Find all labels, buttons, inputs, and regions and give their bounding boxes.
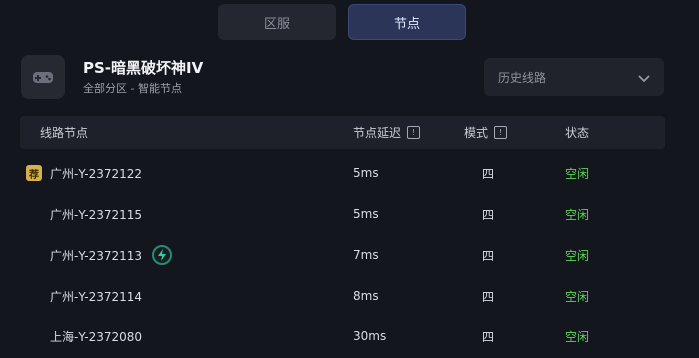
node-latency: 7ms bbox=[353, 248, 379, 262]
table-row[interactable]: 广州-Y-2372114 8ms 四 空闲 bbox=[20, 276, 665, 316]
node-name: 上海-Y-2372080 bbox=[50, 329, 143, 344]
node-mode: 四 bbox=[482, 289, 495, 304]
node-mode: 四 bbox=[482, 166, 495, 181]
header-mode-label: 模式 bbox=[464, 126, 489, 140]
header-mode: 模式 ! bbox=[464, 116, 508, 149]
node-latency: 5ms bbox=[353, 207, 379, 221]
game-title: PS-暗黑破坏神IV bbox=[83, 59, 204, 77]
node-mode: 四 bbox=[482, 329, 495, 344]
node-status: 空闲 bbox=[565, 329, 590, 344]
node-name: 广州-Y-2372122 bbox=[50, 166, 143, 181]
info-icon[interactable]: ! bbox=[407, 126, 421, 139]
node-name: 广州-Y-2372113 bbox=[50, 248, 143, 263]
header-latency-label: 节点延迟 bbox=[353, 126, 402, 140]
node-latency: 30ms bbox=[353, 329, 387, 343]
node-name: 广州-Y-2372115 bbox=[50, 207, 143, 222]
node-mode: 四 bbox=[482, 207, 495, 222]
node-name: 广州-Y-2372114 bbox=[50, 289, 143, 304]
tab-server-region[interactable]: 区服 bbox=[218, 4, 336, 40]
history-routes-dropdown[interactable]: 历史线路 bbox=[484, 58, 664, 96]
table-row[interactable]: 广州-Y-2372115 5ms 四 空闲 bbox=[20, 194, 665, 234]
recommended-badge: 荐 bbox=[26, 165, 42, 181]
tab-nodes[interactable]: 节点 bbox=[348, 4, 466, 40]
game-subtitle: 全部分区 - 智能节点 bbox=[83, 82, 182, 95]
node-name-cell: 广州-Y-2372113 bbox=[50, 235, 173, 275]
boost-icon bbox=[152, 245, 173, 265]
info-icon[interactable]: ! bbox=[494, 126, 508, 139]
header-latency: 节点延迟 ! bbox=[353, 116, 421, 149]
node-latency: 5ms bbox=[353, 166, 379, 180]
tab-bar: 区服 节点 bbox=[218, 4, 466, 40]
table-header: 线路节点 节点延迟 ! 模式 ! 状态 bbox=[20, 116, 665, 149]
node-status: 空闲 bbox=[565, 207, 590, 222]
node-status: 空闲 bbox=[565, 166, 590, 181]
header-node: 线路节点 bbox=[40, 126, 89, 140]
history-routes-label: 历史线路 bbox=[498, 70, 547, 85]
header-status: 状态 bbox=[565, 126, 590, 140]
node-latency: 8ms bbox=[353, 289, 379, 303]
node-mode: 四 bbox=[482, 248, 495, 263]
table-row[interactable]: 上海-Y-2372080 30ms 四 空闲 bbox=[20, 316, 665, 356]
node-status: 空闲 bbox=[565, 248, 590, 263]
table-row[interactable]: 荐 广州-Y-2372122 5ms 四 空闲 bbox=[20, 153, 665, 193]
gamepad-icon bbox=[21, 55, 65, 99]
table-row[interactable]: 广州-Y-2372113 7ms 四 空闲 bbox=[20, 235, 665, 275]
node-status: 空闲 bbox=[565, 289, 590, 304]
chevron-down-icon bbox=[638, 68, 650, 87]
